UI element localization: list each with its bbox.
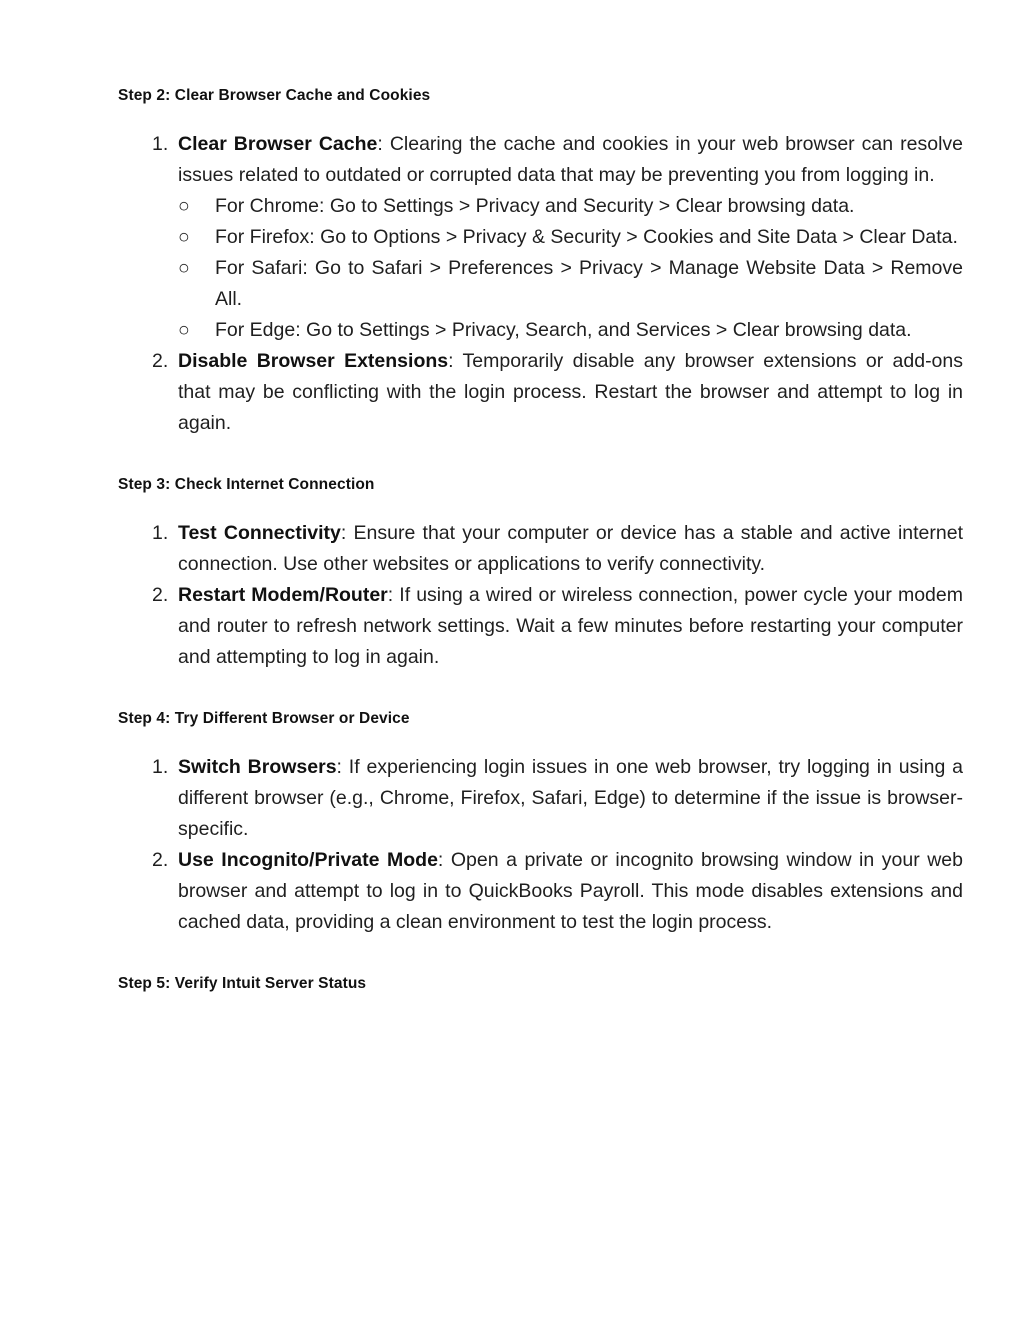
step-2-list: 1. Clear Browser Cache: Clearing the cac… [118,129,963,439]
section-heading-step-2: Step 2: Clear Browser Cache and Cookies [118,87,431,104]
list-item-lead: Test Connectivity [178,521,341,544]
list-item: 1. Clear Browser Cache: Clearing the cac… [118,129,963,346]
list-item: 2. Restart Modem/Router: If using a wire… [118,580,963,673]
sublist-item-text: For Firefox: Go to Options > Privacy & S… [215,225,958,248]
circle-bullet-icon: ○ [178,318,190,341]
sublist-item-text: For Safari: Go to Safari > Preferences >… [215,256,963,310]
circle-bullet-icon: ○ [178,194,190,217]
list-item: 1. Test Connectivity: Ensure that your c… [118,518,963,580]
sublist-item-text: For Chrome: Go to Settings > Privacy and… [215,194,855,217]
sublist-item-text: For Edge: Go to Settings > Privacy, Sear… [215,318,912,341]
step-4-list: 1. Switch Browsers: If experiencing logi… [118,752,963,938]
document-body: Step 2: Clear Browser Cache and Cookies … [118,86,963,995]
list-marker: 1. [152,132,169,155]
circle-bullet-icon: ○ [178,256,190,279]
list-item-lead: Switch Browsers [178,755,337,778]
list-item: 2. Disable Browser Extensions: Temporari… [118,346,963,439]
list-marker: 2. [152,583,169,606]
list-item-lead: Clear Browser Cache [178,132,378,155]
list-item: 1. Switch Browsers: If experiencing logi… [118,752,963,845]
list-marker: 2. [152,848,169,871]
list-marker: 1. [152,521,169,544]
document-page: Step 2: Clear Browser Cache and Cookies … [0,0,1024,1325]
list-marker: 2. [152,349,169,372]
section-heading-step-3: Step 3: Check Internet Connection [118,475,375,493]
section-heading-step-4: Step 4: Try Different Browser or Device [118,709,410,727]
browser-sublist: ○ For Chrome: Go to Settings > Privacy a… [178,191,963,346]
list-item-lead: Disable Browser Extensions [178,349,449,372]
list-item: ○ For Edge: Go to Settings > Privacy, Se… [178,315,963,346]
list-item: ○ For Safari: Go to Safari > Preferences… [178,253,963,315]
list-item: ○ For Firefox: Go to Options > Privacy &… [178,222,963,253]
list-item-lead: Restart Modem/Router [178,583,388,606]
list-marker: 1. [152,755,169,778]
list-item-lead: Use Incognito/Private Mode [178,848,438,871]
circle-bullet-icon: ○ [178,225,190,248]
list-item: 2. Use Incognito/Private Mode: Open a pr… [118,845,963,938]
section-heading-step-5: Step 5: Verify Intuit Server Status [118,974,367,992]
list-item: ○ For Chrome: Go to Settings > Privacy a… [178,191,963,222]
step-3-list: 1. Test Connectivity: Ensure that your c… [118,518,963,673]
